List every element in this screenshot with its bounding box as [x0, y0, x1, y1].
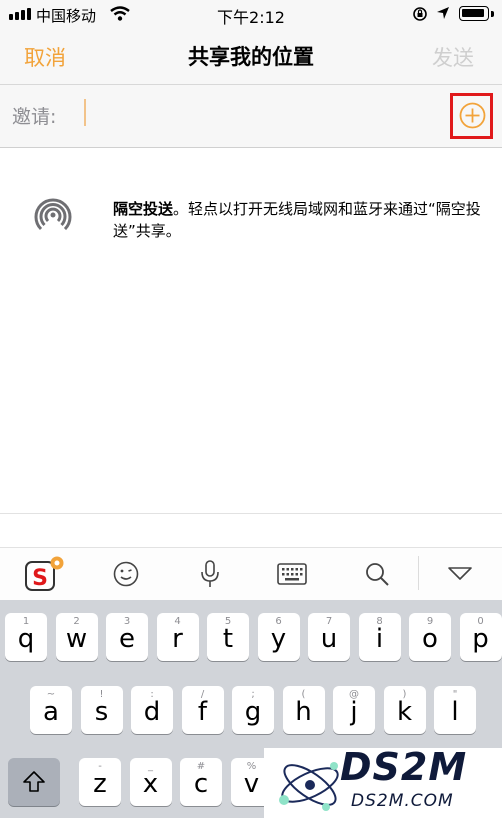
key-l[interactable]: " l [434, 686, 476, 734]
key-k[interactable]: ) k [383, 686, 426, 734]
battery-icon [459, 6, 489, 21]
watermark-logo-icon [279, 762, 339, 811]
shift-arrow-icon [23, 771, 45, 792]
key-c[interactable]: # c [180, 758, 222, 806]
page-title: 共享我的位置 [188, 45, 314, 69]
key-a[interactable]: ~ a [30, 686, 72, 734]
key-d[interactable]: :d [131, 686, 173, 734]
key-o[interactable]: 9o [409, 613, 451, 661]
key-label: p [472, 624, 489, 654]
toolbar-divider [418, 556, 419, 590]
key-label: g [244, 697, 262, 727]
watermark-brand: DS2M [340, 745, 468, 789]
key-j[interactable]: @ j [333, 686, 375, 734]
airdrop-title: 隔空投送 [113, 200, 174, 218]
microphone-icon[interactable] [198, 559, 222, 589]
key-label: a [43, 697, 59, 727]
key-label: o [422, 624, 438, 654]
key-label: s [94, 697, 109, 727]
key-label: h [295, 697, 312, 727]
keyboard-icon[interactable] [277, 563, 307, 585]
send-button[interactable]: 发送 [432, 42, 474, 72]
key-s[interactable]: ! s [80, 686, 123, 734]
airdrop-description[interactable]: 隔空投送。轻点以打开无线局域网和蓝牙来通过“隔空投送”共享。 [113, 198, 491, 242]
key-h[interactable]: (h [282, 686, 325, 734]
invite-label: 邀请: [12, 106, 57, 128]
key-label: u [320, 624, 338, 654]
emoji-icon[interactable] [113, 561, 139, 587]
orientation-lock-icon [413, 7, 427, 21]
key-r[interactable]: 4r [156, 613, 199, 661]
highlight-box [450, 93, 493, 139]
key-label: t [222, 624, 234, 654]
key-x[interactable]: _ x [129, 758, 172, 806]
key-label: z [93, 769, 107, 799]
svg-text:S: S [32, 566, 48, 591]
divider [0, 513, 502, 514]
key-q[interactable]: 1q [5, 613, 47, 661]
key-label: w [65, 624, 88, 654]
key-label: e [119, 624, 135, 654]
key-g[interactable]: ; g [232, 686, 274, 734]
invite-row [0, 85, 502, 148]
watermark-site: DS2M.COM [351, 791, 454, 811]
key-z[interactable]: -z [79, 758, 121, 806]
airdrop-icon [34, 198, 72, 231]
key-label: j [350, 697, 358, 727]
search-icon[interactable] [364, 561, 390, 587]
key-label: k [396, 697, 413, 727]
key-label: x [142, 769, 159, 799]
key-label: l [451, 697, 459, 727]
key-label: d [143, 697, 161, 727]
key-label: y [270, 624, 287, 654]
key-f[interactable]: / f [181, 686, 224, 734]
key-i[interactable]: 8i [358, 613, 401, 661]
key-label: c [193, 769, 209, 799]
key-p[interactable]: 0p [459, 613, 502, 661]
key-w[interactable]: 2w [55, 613, 98, 661]
key-e[interactable]: 3e [106, 613, 148, 661]
shift-key[interactable] [8, 758, 60, 806]
collapse-keyboard-icon[interactable] [447, 566, 473, 582]
keyboard-toolbar [0, 547, 502, 600]
key-label: q [17, 624, 35, 654]
key-t[interactable]: 5t [207, 613, 249, 661]
sogou-logo-icon[interactable]: S [24, 556, 66, 592]
text-cursor[interactable] [84, 99, 86, 126]
key-label: i [375, 624, 384, 654]
battery-tip [491, 11, 494, 17]
key-label: f [197, 697, 208, 727]
key-u[interactable]: 7u [308, 613, 350, 661]
key-y[interactable]: 6y [257, 613, 300, 661]
key-label: r [172, 624, 183, 654]
location-arrow-icon [437, 7, 449, 19]
